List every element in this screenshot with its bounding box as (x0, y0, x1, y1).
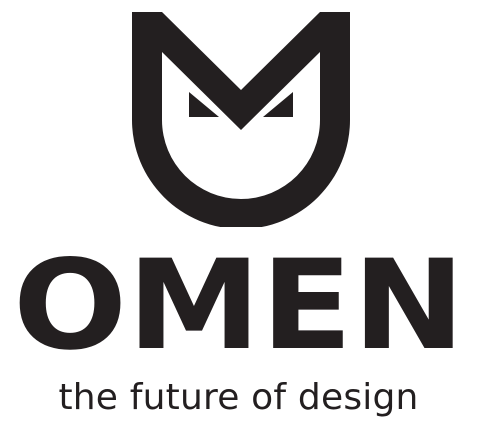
logo-lockup: OMEN the future of design (0, 0, 477, 430)
brand-name: OMEN (13, 248, 465, 358)
cat-face-m-icon (132, 12, 350, 227)
brand-tagline: the future of design (58, 377, 419, 418)
brand-wordmark: OMEN (13, 248, 465, 358)
